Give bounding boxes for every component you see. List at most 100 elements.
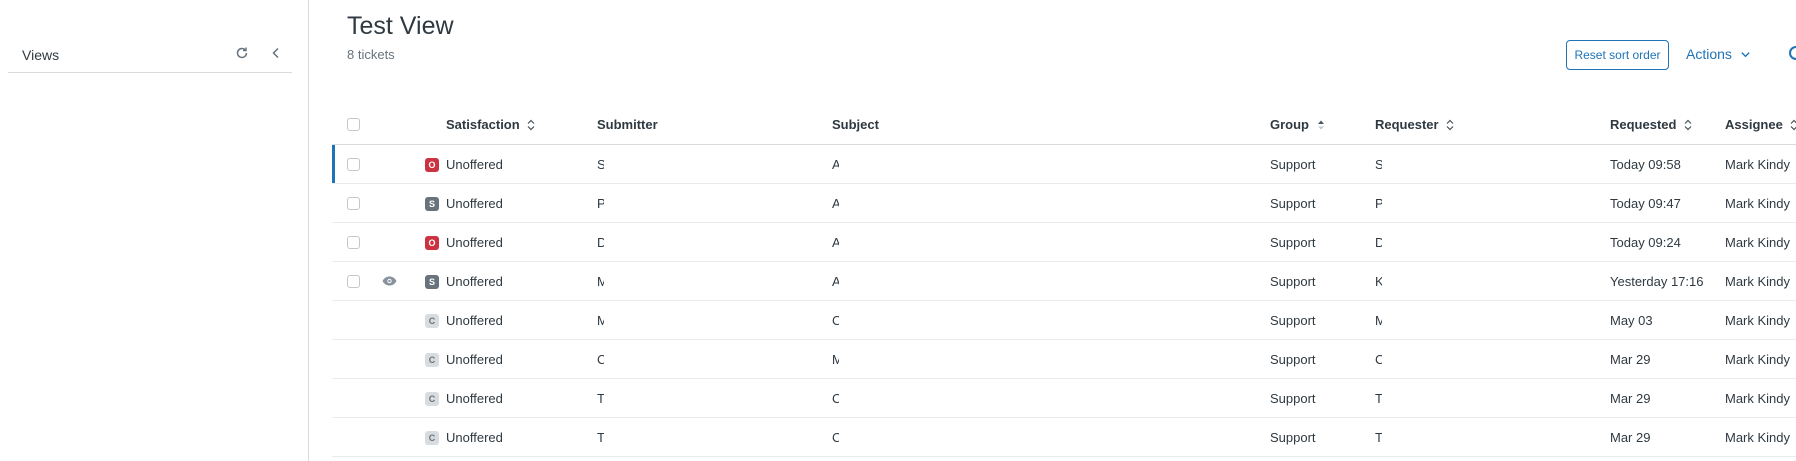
requested-cell: Yesterday 17:16 xyxy=(1610,261,1725,301)
subject-cell[interactable]: A xyxy=(832,274,839,289)
requester-cell[interactable]: D xyxy=(1375,235,1382,250)
sort-icon xyxy=(1684,119,1692,130)
status-badge: C xyxy=(425,431,439,445)
views-title: Views xyxy=(22,47,60,63)
submitter-cell[interactable]: M xyxy=(597,313,604,328)
column-subject[interactable]: Subject xyxy=(832,104,1270,145)
requester-cell[interactable]: M xyxy=(1375,313,1382,328)
subject-cell[interactable]: A xyxy=(832,157,839,172)
submitter-cell[interactable]: M xyxy=(597,274,604,289)
requester-cell[interactable]: T xyxy=(1375,391,1382,406)
column-assignee[interactable]: Assignee xyxy=(1725,104,1796,145)
eye-icon xyxy=(382,276,397,285)
collapse-sidebar-icon[interactable] xyxy=(265,42,287,64)
satisfaction-cell: Unoffered xyxy=(446,417,597,457)
requester-cell[interactable]: T xyxy=(1375,430,1382,445)
assignee-cell: Mark Kindy xyxy=(1725,222,1796,262)
column-satisfaction[interactable]: Satisfaction xyxy=(446,104,597,145)
submitter-cell[interactable]: T xyxy=(597,430,604,445)
group-cell: Support xyxy=(1270,378,1375,418)
column-group[interactable]: Group xyxy=(1270,104,1375,145)
subject-cell[interactable]: A xyxy=(832,235,839,250)
status-badge: S xyxy=(425,197,439,211)
table-row[interactable]: S Unoffered P A Support P Today 09:47 Ma… xyxy=(332,183,1796,223)
subject-cell[interactable]: C xyxy=(832,391,839,406)
satisfaction-cell: Unoffered xyxy=(446,300,597,340)
subject-cell[interactable]: M xyxy=(832,352,839,367)
actions-label: Actions xyxy=(1686,46,1732,62)
table-row[interactable]: O Unoffered S A Support S Today 09:58 Ma… xyxy=(332,144,1796,184)
subject-cell[interactable]: C xyxy=(832,430,839,445)
sort-icon xyxy=(1446,119,1454,130)
submitter-cell[interactable]: C xyxy=(597,352,604,367)
group-cell: Support xyxy=(1270,261,1375,301)
status-badge: O xyxy=(425,158,439,172)
play-icon[interactable] xyxy=(1789,46,1796,60)
requested-cell: Today 09:58 xyxy=(1610,144,1725,184)
sort-ascending-icon xyxy=(1317,120,1324,130)
status-badge: C xyxy=(425,392,439,406)
submitter-cell[interactable]: P xyxy=(597,196,604,211)
column-requester[interactable]: Requester xyxy=(1375,104,1610,145)
status-badge: S xyxy=(425,275,439,289)
table-row[interactable]: C Unoffered T C Support T Mar 29 Mark Ki… xyxy=(332,378,1796,418)
row-checkbox[interactable] xyxy=(347,196,360,210)
sort-icon xyxy=(1791,119,1796,130)
satisfaction-cell: Unoffered xyxy=(446,222,597,262)
requested-cell: Mar 29 xyxy=(1610,339,1725,379)
group-cell: Support xyxy=(1270,300,1375,340)
requester-cell[interactable]: K xyxy=(1375,274,1382,289)
status-badge: C xyxy=(425,353,439,367)
requested-cell: Today 09:47 xyxy=(1610,183,1725,223)
assignee-cell: Mark Kindy xyxy=(1725,183,1796,223)
actions-menu-button[interactable]: Actions xyxy=(1686,46,1751,62)
column-submitter[interactable]: Submitter xyxy=(597,104,832,145)
reset-sort-order-button[interactable]: Reset sort order xyxy=(1566,40,1669,70)
group-cell: Support xyxy=(1270,183,1375,223)
requested-cell: Today 09:24 xyxy=(1610,222,1725,262)
assignee-cell: Mark Kindy xyxy=(1725,339,1796,379)
submitter-cell[interactable]: T xyxy=(597,391,604,406)
table-row[interactable]: O Unoffered D A Support D Today 09:24 Ma… xyxy=(332,222,1796,262)
table-row[interactable]: C Unoffered C M Support C Mar 29 Mark Ki… xyxy=(332,339,1796,379)
group-cell: Support xyxy=(1270,339,1375,379)
requester-cell[interactable]: P xyxy=(1375,196,1382,211)
assignee-cell: Mark Kindy xyxy=(1725,417,1796,457)
row-checkbox[interactable] xyxy=(347,235,360,249)
views-sidebar: Views xyxy=(0,0,309,461)
row-checkbox[interactable] xyxy=(347,157,360,171)
status-badge: C xyxy=(425,314,439,328)
refresh-icon[interactable] xyxy=(231,42,253,64)
view-main: Test View 8 tickets Reset sort order Act… xyxy=(309,0,1796,461)
group-cell: Support xyxy=(1270,144,1375,184)
tickets-table: Satisfaction Submitter Subject Group Req… xyxy=(332,104,1796,457)
subject-cell[interactable]: A xyxy=(832,196,839,211)
table-header-row: Satisfaction Submitter Subject Group Req… xyxy=(332,104,1796,145)
column-requested[interactable]: Requested xyxy=(1610,104,1725,145)
row-checkbox[interactable] xyxy=(347,274,360,288)
requester-cell[interactable]: S xyxy=(1375,157,1382,172)
assignee-cell: Mark Kindy xyxy=(1725,300,1796,340)
table-row[interactable]: C Unoffered M C Support M May 03 Mark Ki… xyxy=(332,300,1796,340)
submitter-cell[interactable]: D xyxy=(597,235,604,250)
sort-icon xyxy=(527,119,535,130)
requested-cell: Mar 29 xyxy=(1610,378,1725,418)
ticket-count: 8 tickets xyxy=(347,47,395,62)
select-all-checkbox[interactable] xyxy=(347,117,360,131)
group-cell: Support xyxy=(1270,417,1375,457)
assignee-cell: Mark Kindy xyxy=(1725,261,1796,301)
status-badge: O xyxy=(425,236,439,250)
table-row[interactable]: C Unoffered T C Support T Mar 29 Mark Ki… xyxy=(332,417,1796,457)
satisfaction-cell: Unoffered xyxy=(446,339,597,379)
requester-cell[interactable]: C xyxy=(1375,352,1382,367)
chevron-down-icon xyxy=(1741,51,1750,57)
assignee-cell: Mark Kindy xyxy=(1725,144,1796,184)
table-row[interactable]: S Unoffered M A Support K Yesterday 17:1… xyxy=(332,261,1796,301)
requested-cell: May 03 xyxy=(1610,300,1725,340)
satisfaction-cell: Unoffered xyxy=(446,144,597,184)
assignee-cell: Mark Kindy xyxy=(1725,378,1796,418)
submitter-cell[interactable]: S xyxy=(597,157,604,172)
page-title: Test View xyxy=(347,12,454,40)
subject-cell[interactable]: C xyxy=(832,313,839,328)
requested-cell: Mar 29 xyxy=(1610,417,1725,457)
